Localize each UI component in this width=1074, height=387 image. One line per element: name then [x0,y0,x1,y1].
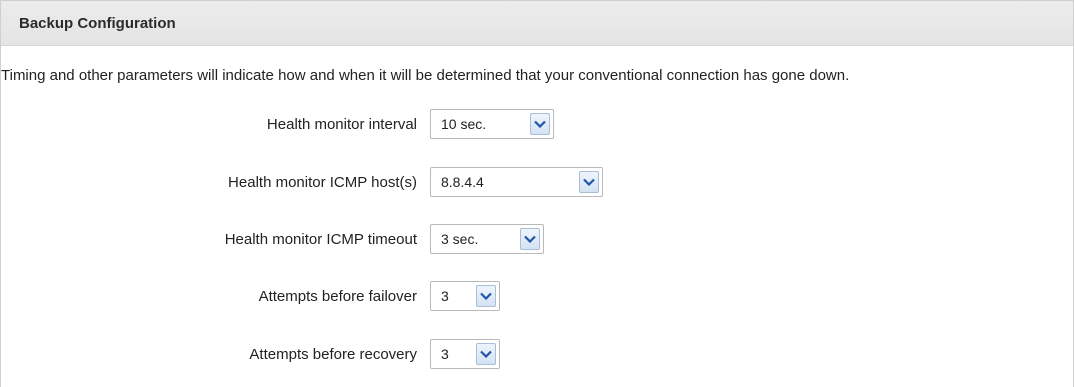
form-row-health-monitor-icmp-hosts: Health monitor ICMP host(s) 8.8.4.4 [1,167,611,197]
field-label: Attempts before failover [258,287,417,305]
select-value: 3 [441,288,449,304]
field-label: Attempts before recovery [249,345,417,363]
panel-header: Backup Configuration [1,1,1073,46]
field-label: Health monitor ICMP timeout [224,230,417,248]
panel-description: Timing and other parameters will indicat… [1,67,850,84]
field-label: Health monitor ICMP host(s) [228,173,417,191]
chevron-down-icon[interactable] [520,228,540,250]
chevron-down-icon[interactable] [530,113,550,135]
attempts-before-recovery-select[interactable]: 3 [430,339,500,369]
health-monitor-icmp-timeout-select[interactable]: 3 sec. [430,224,544,254]
field-label: Health monitor interval [266,115,417,133]
panel-title: Backup Configuration [19,14,176,32]
form-row-attempts-before-failover: Attempts before failover 3 [1,281,521,311]
chevron-down-icon[interactable] [579,171,599,193]
select-value: 3 [441,346,449,362]
chevron-down-icon[interactable] [476,285,496,307]
select-value: 8.8.4.4 [441,174,484,190]
select-value: 3 sec. [441,231,479,247]
form-row-health-monitor-icmp-timeout: Health monitor ICMP timeout 3 sec. [1,224,561,254]
form-row-attempts-before-recovery: Attempts before recovery 3 [1,339,521,369]
backup-configuration-panel: Backup Configuration Timing and other pa… [0,0,1074,387]
attempts-before-failover-select[interactable]: 3 [430,281,500,311]
form-row-health-monitor-interval: Health monitor interval 10 sec. [1,109,561,139]
select-value: 10 sec. [441,116,487,132]
health-monitor-interval-select[interactable]: 10 sec. [430,109,554,139]
health-monitor-icmp-hosts-select[interactable]: 8.8.4.4 [430,167,603,197]
chevron-down-icon[interactable] [476,343,496,365]
